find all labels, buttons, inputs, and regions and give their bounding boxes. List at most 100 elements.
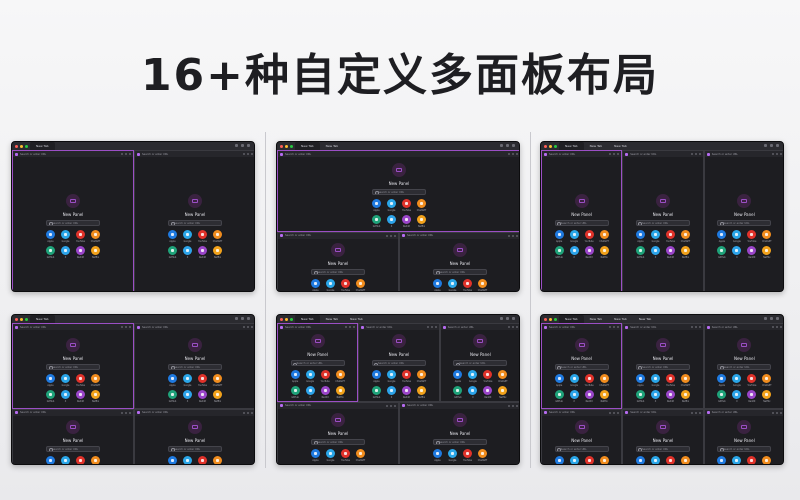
panel-control-icon[interactable] bbox=[345, 326, 348, 328]
browser-panel[interactable]: Search or enter URL New Panel Search or en… bbox=[622, 323, 704, 409]
quick-link-youtube[interactable]: YouTube bbox=[746, 373, 757, 387]
panel-search-input[interactable]: Search or enter URL bbox=[554, 219, 609, 226]
traffic-light-icon[interactable] bbox=[20, 144, 23, 148]
browser-panel[interactable]: Search or enter URL New Panel Search or en… bbox=[439, 323, 519, 402]
panel-address-bar[interactable]: Search or enter URL bbox=[440, 324, 519, 330]
panel-address-bar[interactable]: Search or enter URL bbox=[278, 402, 398, 409]
panel-address-bar[interactable]: Search or enter URL bbox=[623, 409, 703, 416]
quick-link-apple[interactable]: Apple bbox=[371, 198, 382, 212]
browser-tab[interactable]: New Tab bbox=[344, 315, 369, 323]
panel-control-icon[interactable] bbox=[698, 153, 701, 155]
quick-link-youtube[interactable]: YouTube bbox=[197, 229, 208, 243]
panel-control-icon[interactable] bbox=[386, 404, 388, 407]
browser-tab[interactable]: New Tab bbox=[559, 315, 584, 323]
quick-link-youtube[interactable]: YouTube bbox=[665, 229, 676, 243]
panel-control-icon[interactable] bbox=[512, 153, 514, 155]
browser-panel[interactable]: Search or enter URL New Panel Search or en… bbox=[703, 323, 783, 409]
quick-link-reddit[interactable]: Reddit bbox=[75, 389, 86, 403]
quick-link-apple[interactable]: Apple bbox=[167, 229, 178, 243]
quick-link-youtube[interactable]: YouTube bbox=[320, 370, 331, 383]
quick-link-chatgpt[interactable]: ChatGPT bbox=[416, 198, 427, 212]
quick-link-youtube[interactable]: YouTube bbox=[462, 448, 473, 462]
browser-tab[interactable]: New Tab bbox=[559, 142, 584, 150]
traffic-light-icon[interactable] bbox=[544, 144, 547, 148]
toolbar-icon[interactable] bbox=[235, 144, 238, 147]
quick-link-github[interactable]: GitHub bbox=[167, 245, 178, 259]
quick-link-reddit[interactable]: Reddit bbox=[401, 386, 412, 399]
panel-address-bar[interactable]: Search or enter URL bbox=[623, 324, 703, 330]
quick-link-youtube[interactable]: YouTube bbox=[584, 373, 595, 387]
toolbar-icon[interactable] bbox=[247, 144, 250, 147]
panel-control-icon[interactable] bbox=[507, 326, 510, 328]
panel-search-input[interactable]: Search or enter URL bbox=[717, 445, 772, 452]
browser-panel[interactable]: Search or enter URL New Panel Search or en… bbox=[277, 231, 399, 291]
panel-control-icon[interactable] bbox=[516, 153, 518, 155]
toolbar-icon[interactable] bbox=[241, 144, 244, 147]
browser-panel[interactable]: Search or enter URL New Panel Search or en… bbox=[358, 323, 440, 402]
quick-link-apple[interactable]: Apple bbox=[635, 455, 646, 464]
panel-control-icon[interactable] bbox=[247, 326, 249, 328]
quick-link-x[interactable]: X bbox=[60, 389, 71, 403]
traffic-light-icon[interactable] bbox=[285, 144, 288, 148]
quick-link-netflix[interactable]: Netflix bbox=[599, 245, 610, 259]
quick-link-chatgpt[interactable]: ChatGPT bbox=[90, 455, 101, 464]
panel-address-bar[interactable]: Search or enter URL bbox=[400, 232, 519, 239]
panel-control-icon[interactable] bbox=[613, 153, 616, 155]
browser-panel[interactable]: Search or enter URL New Panel Search or en… bbox=[277, 401, 399, 464]
browser-panel[interactable]: Search or enter URL New Panel Search or en… bbox=[622, 408, 704, 464]
quick-link-reddit[interactable]: Reddit bbox=[320, 386, 331, 399]
panel-control-icon[interactable] bbox=[390, 404, 392, 407]
quick-link-apple[interactable]: Apple bbox=[45, 373, 56, 387]
panel-search-input[interactable]: Search or enter URL bbox=[168, 445, 222, 452]
quick-link-netflix[interactable]: Netflix bbox=[416, 214, 427, 228]
panel-address-bar[interactable]: Search or enter URL bbox=[13, 324, 133, 330]
toolbar-icon[interactable] bbox=[512, 144, 515, 147]
browser-panel[interactable]: Search or enter URL New Panel Search or en… bbox=[541, 323, 623, 409]
panel-control-icon[interactable] bbox=[698, 326, 701, 328]
browser-tab[interactable]: New Tab bbox=[320, 315, 345, 323]
quick-link-netflix[interactable]: Netflix bbox=[212, 245, 223, 259]
quick-link-google[interactable]: Google bbox=[447, 278, 458, 291]
toolbar-icon[interactable] bbox=[770, 144, 773, 147]
quick-link-chatgpt[interactable]: ChatGPT bbox=[212, 229, 223, 243]
traffic-light-icon[interactable] bbox=[549, 144, 552, 148]
quick-link-apple[interactable]: Apple bbox=[635, 373, 646, 387]
quick-link-youtube[interactable]: YouTube bbox=[340, 448, 351, 462]
toolbar-icon[interactable] bbox=[500, 144, 503, 147]
panel-search-input[interactable]: Search or enter URL bbox=[717, 363, 772, 370]
panel-control-icon[interactable] bbox=[430, 326, 433, 328]
quick-link-apple[interactable]: Apple bbox=[167, 455, 178, 464]
panel-control-icon[interactable] bbox=[129, 326, 131, 328]
browser-panel[interactable]: Search or enter URL New Panel Search or en… bbox=[277, 323, 359, 402]
panel-control-icon[interactable] bbox=[609, 153, 612, 155]
panel-control-icon[interactable] bbox=[515, 326, 518, 328]
panel-search-input[interactable]: Search or enter URL bbox=[371, 360, 426, 367]
panel-search-input[interactable]: Search or enter URL bbox=[168, 219, 222, 226]
quick-link-chatgpt[interactable]: ChatGPT bbox=[90, 373, 101, 387]
quick-link-google[interactable]: Google bbox=[60, 455, 71, 464]
panel-control-icon[interactable] bbox=[779, 153, 782, 155]
panel-address-bar[interactable]: Search or enter URL bbox=[135, 151, 254, 157]
browser-tab[interactable]: New Tab bbox=[30, 142, 55, 150]
panel-address-bar[interactable]: Search or enter URL bbox=[400, 402, 519, 409]
quick-link-apple[interactable]: Apple bbox=[45, 229, 56, 243]
quick-link-chatgpt[interactable]: ChatGPT bbox=[680, 373, 691, 387]
quick-link-google[interactable]: Google bbox=[182, 373, 193, 387]
panel-control-icon[interactable] bbox=[690, 411, 693, 414]
browser-tab[interactable]: New Tab bbox=[295, 315, 320, 323]
traffic-light-icon[interactable] bbox=[280, 144, 283, 148]
traffic-light-icon[interactable] bbox=[544, 317, 547, 321]
panel-control-icon[interactable] bbox=[251, 326, 253, 328]
quick-link-reddit[interactable]: Reddit bbox=[197, 245, 208, 259]
panel-control-icon[interactable] bbox=[779, 411, 782, 414]
browser-tab[interactable]: New Tab bbox=[584, 315, 609, 323]
panel-address-bar[interactable]: Search or enter URL bbox=[704, 151, 783, 157]
panel-search-input[interactable]: Search or enter URL bbox=[311, 268, 365, 275]
quick-link-github[interactable]: GitHub bbox=[45, 245, 56, 259]
quick-link-x[interactable]: X bbox=[650, 389, 661, 403]
panel-search-input[interactable]: Search or enter URL bbox=[46, 445, 100, 452]
browser-panel[interactable]: Search or enter URL New Panel Search or en… bbox=[134, 408, 254, 464]
traffic-light-icon[interactable] bbox=[280, 317, 283, 321]
quick-link-apple[interactable]: Apple bbox=[635, 229, 646, 243]
panel-control-icon[interactable] bbox=[617, 411, 620, 414]
